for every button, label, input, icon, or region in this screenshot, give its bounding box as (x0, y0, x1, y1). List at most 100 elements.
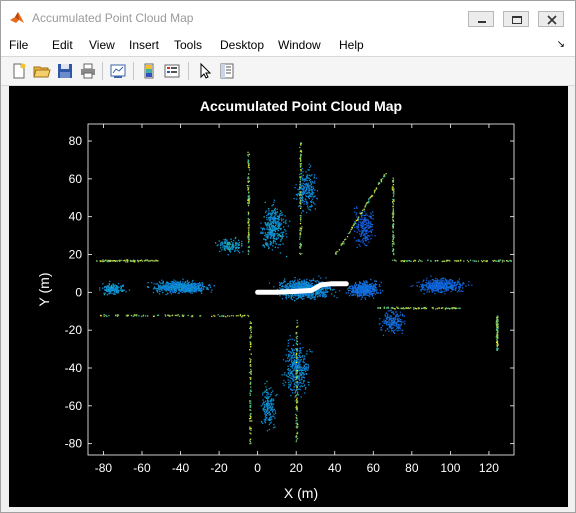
cloud-point (227, 248, 229, 250)
cloud-point (247, 154, 249, 156)
cloud-point (292, 349, 294, 351)
cloud-point (267, 400, 270, 403)
cloud-point (285, 354, 287, 356)
insert-colorbar-icon[interactable] (140, 62, 158, 80)
cloud-point (442, 291, 444, 293)
insert-legend-icon[interactable] (163, 62, 181, 80)
cloud-point (384, 175, 386, 177)
close-button[interactable] (538, 11, 564, 27)
cloud-point (301, 281, 303, 283)
cloud-point (265, 222, 267, 224)
new-figure-icon[interactable] (10, 62, 28, 80)
cloud-point (275, 222, 277, 224)
menu-window[interactable]: Window (278, 38, 321, 52)
point-cloud-plot[interactable]: -80 -60 -40 -20 0 20 40 60 80 100 120-80-60-40-200… (9, 86, 568, 507)
cloud-point (262, 231, 264, 233)
cloud-point (155, 283, 157, 285)
link-plot-icon[interactable] (109, 62, 127, 80)
cloud-point (303, 385, 305, 387)
cloud-point (305, 368, 307, 370)
cloud-point (280, 224, 282, 226)
cloud-point (115, 288, 117, 290)
cloud-point (307, 205, 309, 207)
cloud-point (267, 237, 269, 239)
menu-insert[interactable]: Insert (129, 38, 159, 52)
menu-edit[interactable]: Edit (52, 38, 73, 52)
cloud-point (249, 392, 251, 394)
cloud-point (455, 287, 457, 290)
cloud-point (426, 287, 428, 289)
cloud-point (315, 295, 317, 297)
cloud-point (282, 226, 285, 228)
cloud-point (359, 281, 361, 283)
menu-file[interactable]: File (9, 38, 28, 52)
cloud-point (268, 219, 270, 222)
cloud-point (267, 396, 270, 398)
print-icon[interactable] (79, 62, 97, 80)
cloud-point (187, 314, 189, 317)
pointer-edit-icon[interactable] (196, 62, 214, 80)
cloud-point (371, 289, 374, 292)
cloud-point (301, 253, 303, 255)
cloud-point (352, 291, 354, 293)
cloud-point (421, 288, 424, 290)
cloud-point (302, 171, 304, 173)
cloud-point (171, 288, 173, 291)
dock-arrow-icon[interactable]: ↘ (557, 39, 565, 50)
cloud-point (292, 357, 294, 359)
cloud-point (191, 292, 193, 294)
cloud-point (229, 242, 231, 245)
menu-help[interactable]: Help (339, 38, 364, 52)
cloud-point (113, 288, 115, 290)
cloud-point (378, 285, 380, 287)
cloud-point (366, 238, 368, 240)
cloud-point (472, 260, 474, 262)
cloud-point (462, 282, 464, 284)
cloud-point (299, 238, 301, 240)
figure-canvas[interactable]: -80 -60 -40 -20 0 20 40 60 80 100 120 -80 -60 -40 -20 0… (9, 86, 568, 507)
cloud-point (445, 279, 447, 282)
cloud-point (248, 169, 251, 171)
menu-view[interactable]: View (89, 38, 115, 52)
cloud-point (284, 381, 287, 383)
save-icon[interactable] (56, 62, 74, 80)
menu-desktop[interactable]: Desktop (220, 38, 264, 52)
minimize-button[interactable] (468, 11, 494, 27)
cloud-point (302, 187, 304, 190)
menu-tools[interactable]: Tools (174, 38, 202, 52)
maximize-button[interactable] (503, 11, 529, 27)
cloud-point (262, 394, 264, 396)
cloud-point (289, 338, 291, 340)
cloud-point (179, 280, 181, 283)
cloud-point (300, 349, 302, 351)
cloud-point (440, 278, 443, 280)
cloud-point (274, 225, 277, 227)
cloud-point (296, 349, 298, 351)
cloud-point (395, 310, 397, 313)
cloud-point (303, 298, 305, 300)
open-file-icon[interactable] (33, 62, 51, 80)
cloud-point (284, 228, 286, 231)
cloud-point (364, 235, 366, 237)
cloud-point (307, 367, 309, 369)
cloud-point (371, 234, 373, 236)
cloud-point (106, 294, 108, 296)
cloud-point (380, 327, 382, 329)
cloud-point (369, 222, 371, 224)
property-inspector-icon[interactable] (218, 62, 236, 80)
cloud-point (294, 384, 296, 386)
cloud-point (293, 375, 295, 377)
cloud-point (274, 246, 276, 248)
cloud-point (402, 315, 404, 317)
cloud-point (300, 352, 302, 354)
cloud-point (189, 286, 191, 288)
toolbar-separator (102, 62, 103, 80)
cloud-point (276, 238, 278, 240)
cloud-point (366, 229, 369, 231)
cloud-point (440, 292, 443, 294)
cloud-point (317, 296, 319, 298)
cloud-point (250, 322, 252, 324)
cloud-point (309, 293, 311, 295)
cloud-point (199, 287, 201, 290)
cloud-point (130, 260, 132, 262)
